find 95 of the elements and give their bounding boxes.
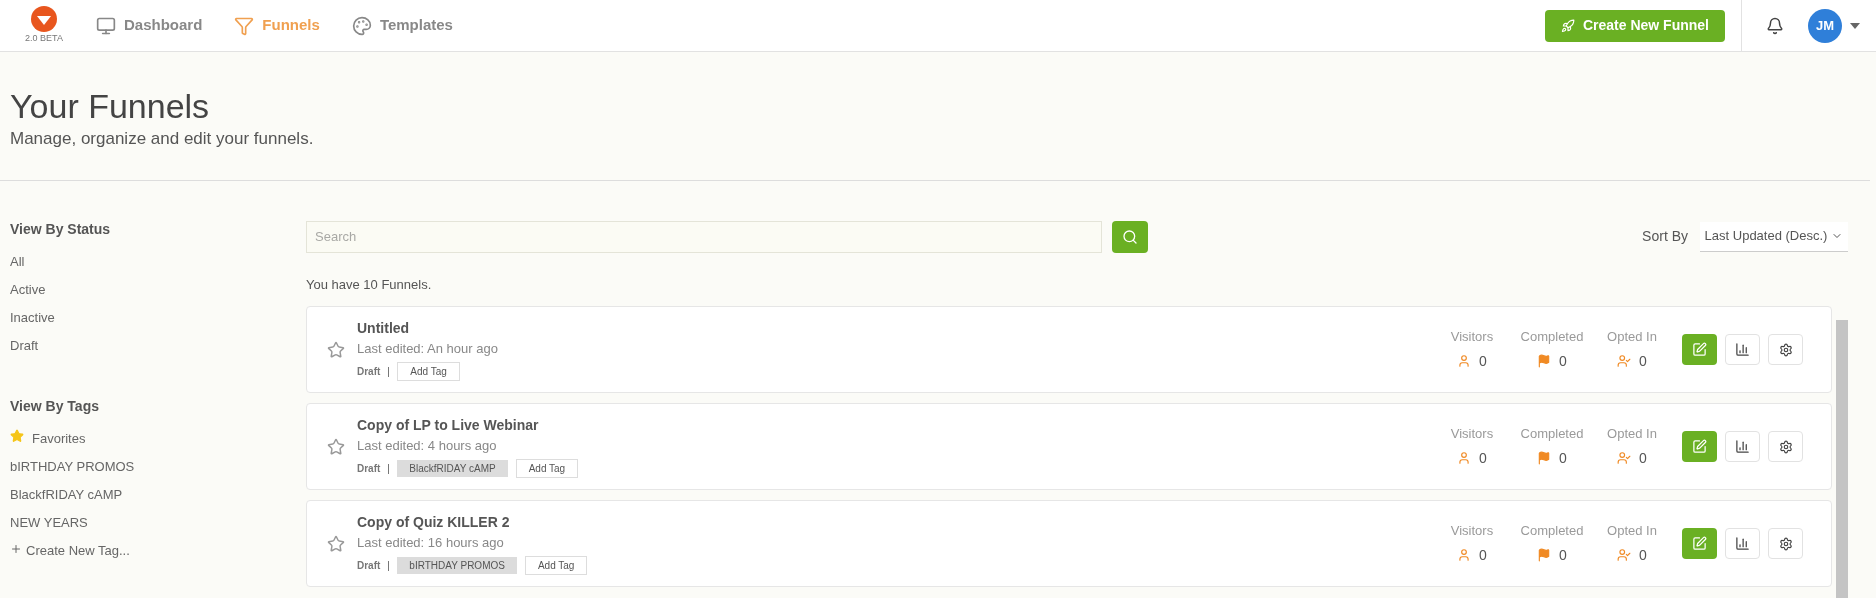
stat-value: 0 [1479,448,1487,468]
tag-filter-item[interactable]: Create New Tag... [10,540,306,569]
funnel-status: Draft [357,560,390,571]
stats-button[interactable] [1725,431,1760,462]
edit-button[interactable] [1682,431,1717,462]
funnel-name[interactable]: Copy of Quiz KILLER 2 [357,511,588,533]
settings-button[interactable] [1768,431,1803,462]
status-filter-item[interactable]: All [10,251,306,280]
person-check-icon [1617,451,1632,466]
tag-filter-item[interactable]: bIRTHDAY PROMOS [10,456,306,485]
sidebar-heading: View By Tags [10,396,100,416]
settings-button[interactable] [1768,528,1803,559]
rocket-icon[interactable] [1560,18,1575,33]
settings-button[interactable] [1768,334,1803,365]
stat-label: Visitors [1450,328,1494,347]
plus-icon [10,542,22,555]
bar-chart-icon[interactable] [1735,536,1750,551]
sort-dropdown[interactable]: Last Updated (Desc.) [1700,221,1848,252]
add-tag-button[interactable]: Add Tag [397,362,460,382]
stat-label: Opted In [1607,522,1657,541]
settings-icon[interactable] [1778,536,1793,551]
person-icon [1457,451,1472,466]
star-icon [10,428,24,443]
bar-chart-icon[interactable] [1735,342,1750,357]
edit-button[interactable] [1682,334,1717,365]
stats-button[interactable] [1725,334,1760,365]
stat-value: 0 [1639,448,1647,468]
nav-tab[interactable]: Templates [351,14,453,37]
monitor-icon[interactable] [96,15,116,36]
stat-value: 0 [1479,351,1487,371]
favorite-star-icon[interactable] [327,340,345,359]
edit-icon[interactable] [1692,439,1707,454]
sort-label: Sort By [1642,227,1688,246]
last-edited: Last edited: An hour ago [357,339,498,358]
funnel-name[interactable]: Copy of LP to Live Webinar [357,414,579,436]
search-icon[interactable] [1122,228,1138,245]
status-filter-item[interactable]: Inactive [10,307,306,336]
stat-label: Visitors [1450,425,1494,444]
edit-button[interactable] [1682,528,1717,559]
tag-filter-item[interactable]: BlackfRIDAY cAMP [10,484,306,513]
stat-label: Completed [1520,425,1584,444]
logo-icon [31,5,57,32]
person-icon [1457,548,1472,563]
tag-filter-item[interactable]: Favorites [10,428,306,457]
funnel-status: Draft [357,463,390,474]
funnel-name[interactable]: Untitled [357,317,498,339]
tag-filter-item[interactable]: NEW YEARS [10,512,306,541]
scrollbar[interactable] [1836,320,1848,598]
flag-icon [1537,548,1552,563]
stat-value: 0 [1559,448,1567,468]
tag-chip[interactable]: BlackfRIDAY cAMP [397,460,508,478]
last-edited: Last edited: 16 hours ago [357,533,505,552]
stat-value: 0 [1639,545,1647,565]
last-edited: Last edited: 4 hours ago [357,436,498,455]
bar-chart-icon[interactable] [1735,439,1750,454]
flag-icon [1537,354,1552,369]
add-tag-button[interactable]: Add Tag [524,556,588,576]
nav-tab[interactable]: Dashboard [96,14,203,37]
stat-value: 0 [1479,545,1487,565]
notifications-bell-icon[interactable] [1766,16,1784,35]
sidebar-heading: View By Status [10,219,112,239]
search-button[interactable] [1112,220,1148,253]
palette-icon[interactable] [351,15,372,36]
settings-icon[interactable] [1778,439,1793,454]
stat-value: 0 [1639,351,1647,371]
edit-icon[interactable] [1692,342,1707,357]
stat-label: Opted In [1607,425,1657,444]
add-tag-button[interactable]: Add Tag [515,459,579,479]
user-avatar[interactable]: JM [1808,8,1842,43]
edit-icon[interactable] [1692,536,1707,551]
stat-label: Opted In [1607,328,1657,347]
funnel-icon[interactable] [234,15,255,36]
flag-icon [1537,451,1552,466]
person-icon [1457,354,1472,369]
stat-label: Visitors [1450,522,1494,541]
search-field[interactable]: Search [306,220,1102,253]
stat-value: 0 [1559,351,1567,371]
stat-value: 0 [1559,545,1567,565]
person-check-icon [1617,548,1632,563]
stats-button[interactable] [1725,528,1760,559]
tag-chip[interactable]: bIRTHDAY PROMOS [397,557,517,575]
page-title: Your Funnels [10,86,211,126]
person-check-icon [1617,354,1632,369]
funnel-count: You have 10 Funnels. [306,275,433,294]
favorite-star-icon[interactable] [327,534,345,553]
funnel-status: Draft [357,366,390,377]
stat-label: Completed [1520,328,1584,347]
logo-caption: 2.0 BETA [25,31,63,45]
status-filter-item[interactable]: Active [10,279,306,308]
settings-icon[interactable] [1778,342,1793,357]
page-subtitle: Manage, organize and edit your funnels. [10,128,315,150]
stat-label: Completed [1520,522,1584,541]
status-filter-item[interactable]: Draft [10,335,306,364]
caret-icon[interactable] [1850,22,1860,29]
favorite-star-icon[interactable] [327,437,345,456]
